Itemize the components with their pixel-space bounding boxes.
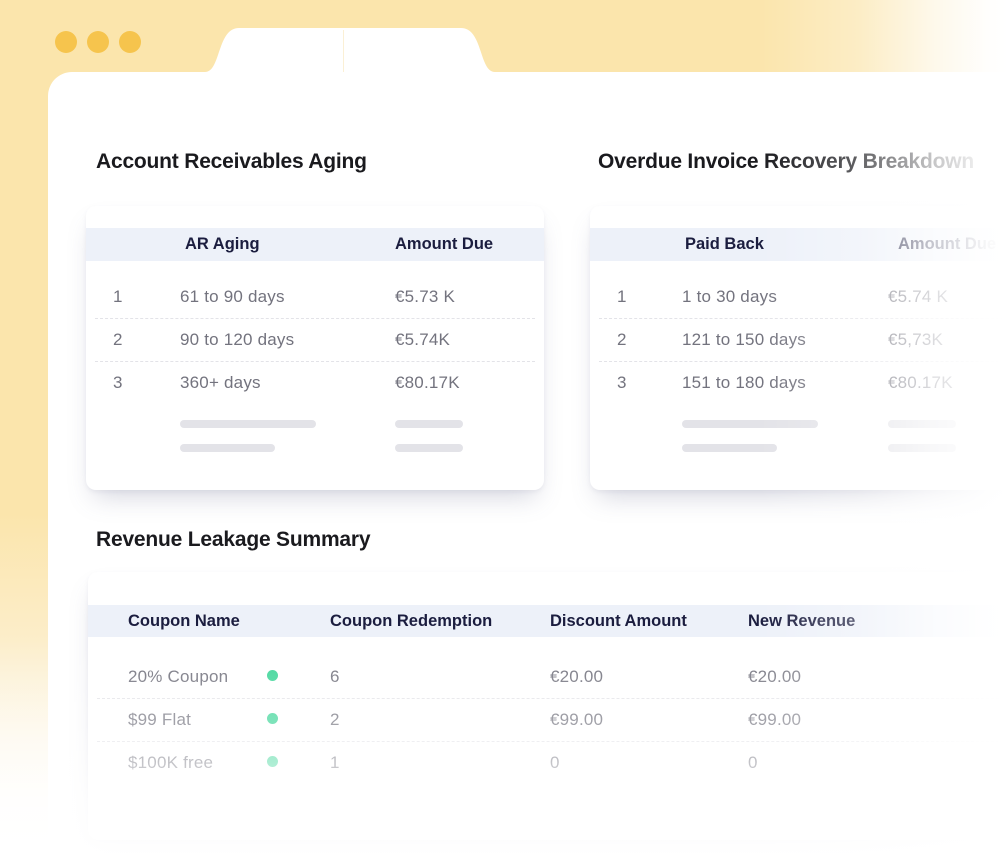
coupon-name: $99 Flat: [128, 710, 267, 730]
table-row: 2 121 to 150 days €5,73K: [590, 319, 1008, 361]
section-title-overdue-recovery: Overdue Invoice Recovery Breakdown: [598, 148, 974, 176]
coupon-name: $100K free: [128, 753, 267, 773]
amount-due-value: €80.17K: [395, 373, 544, 393]
skeleton-row: [86, 436, 544, 460]
table-row: 3 360+ days €80.17K: [86, 362, 544, 404]
skeleton-bar: [888, 444, 956, 452]
new-revenue-value: €99.00: [748, 710, 1008, 730]
new-revenue-value: €20.00: [748, 667, 1008, 687]
skeleton-bar: [682, 444, 777, 452]
table-header-row: AR Aging Amount Due: [86, 228, 544, 261]
revenue-leakage-table-card: Coupon Name Coupon Redemption Discount A…: [88, 572, 1008, 840]
coupon-redemption-value: 6: [330, 667, 550, 687]
traffic-light-dot-icon: [87, 31, 109, 53]
skeleton-row: [86, 412, 544, 436]
column-header: Coupon Name: [128, 612, 267, 631]
section-title-revenue-leakage: Revenue Leakage Summary: [96, 526, 370, 554]
skeleton-bar: [888, 420, 956, 428]
table-header-row: Paid Back Amount Due: [590, 228, 1008, 261]
illustration-canvas: Account Receivables Aging Overdue Invoic…: [0, 0, 1008, 856]
table-body: 1 61 to 90 days €5.73 K 2 90 to 120 days…: [86, 276, 544, 404]
table-row: 1 1 to 30 days €5.74 K: [590, 276, 1008, 318]
aging-bucket-label: 61 to 90 days: [180, 287, 395, 307]
row-index: 2: [617, 330, 682, 350]
table-row: 2 90 to 120 days €5.74K: [86, 319, 544, 361]
table-row: 3 151 to 180 days €80.17K: [590, 362, 1008, 404]
traffic-light-dot-icon: [55, 31, 77, 53]
column-header: Paid Back: [685, 228, 764, 261]
table-row: $99 Flat 2 €99.00 €99.00: [88, 699, 1008, 741]
table-body: 20% Coupon 6 €20.00 €20.00 $99 Flat 2 €9…: [88, 656, 1008, 784]
status-dot-icon: [267, 756, 278, 767]
skeleton-bar: [395, 420, 463, 428]
amount-due-value: €5.74 K: [888, 287, 1008, 307]
amount-due-value: €5.74K: [395, 330, 544, 350]
overdue-recovery-table-card: Paid Back Amount Due 1 1 to 30 days €5.7…: [590, 206, 1008, 490]
traffic-light-dot-icon: [119, 31, 141, 53]
coupon-redemption-value: 2: [330, 710, 550, 730]
coupon-name: 20% Coupon: [128, 667, 267, 687]
status-dot-icon: [267, 670, 278, 681]
skeleton-bar: [180, 444, 275, 452]
coupon-redemption-value: 1: [330, 753, 550, 773]
amount-due-value: €80.17K: [888, 373, 1008, 393]
column-header: Amount Due: [395, 228, 493, 261]
aging-bucket-label: 360+ days: [180, 373, 395, 393]
column-header: New Revenue: [748, 612, 1008, 631]
table-row: $100K free 1 0 0: [88, 742, 1008, 784]
table-header-row: Coupon Name Coupon Redemption Discount A…: [88, 605, 1008, 637]
column-header: AR Aging: [185, 228, 260, 261]
skeleton-rows: [86, 412, 544, 460]
row-index: 3: [617, 373, 682, 393]
discount-amount-value: €99.00: [550, 710, 748, 730]
skeleton-bar: [682, 420, 818, 428]
column-header: Coupon Redemption: [330, 612, 550, 631]
table-row: 20% Coupon 6 €20.00 €20.00: [88, 656, 1008, 698]
skeleton-row: [590, 436, 1008, 460]
skeleton-row: [590, 412, 1008, 436]
row-index: 1: [113, 287, 180, 307]
row-index: 1: [617, 287, 682, 307]
column-header: Discount Amount: [550, 612, 748, 631]
row-index: 3: [113, 373, 180, 393]
ar-aging-table-card: AR Aging Amount Due 1 61 to 90 days €5.7…: [86, 206, 544, 490]
table-row: 1 61 to 90 days €5.73 K: [86, 276, 544, 318]
browser-tab: [205, 28, 495, 72]
tab-seam-divider: [343, 30, 344, 72]
section-title-account-receivables: Account Receivables Aging: [96, 148, 367, 176]
skeleton-bar: [180, 420, 316, 428]
paid-back-bucket-label: 121 to 150 days: [682, 330, 888, 350]
browser-window: Account Receivables Aging Overdue Invoic…: [48, 72, 1008, 856]
column-header: Amount Due: [898, 228, 996, 261]
aging-bucket-label: 90 to 120 days: [180, 330, 395, 350]
status-dot-icon: [267, 713, 278, 724]
row-index: 2: [113, 330, 180, 350]
new-revenue-value: 0: [748, 753, 1008, 773]
amount-due-value: €5,73K: [888, 330, 1008, 350]
amount-due-value: €5.73 K: [395, 287, 544, 307]
skeleton-bar: [395, 444, 463, 452]
paid-back-bucket-label: 1 to 30 days: [682, 287, 888, 307]
discount-amount-value: 0: [550, 753, 748, 773]
table-body: 1 1 to 30 days €5.74 K 2 121 to 150 days…: [590, 276, 1008, 404]
paid-back-bucket-label: 151 to 180 days: [682, 373, 888, 393]
skeleton-rows: [590, 412, 1008, 460]
discount-amount-value: €20.00: [550, 667, 748, 687]
